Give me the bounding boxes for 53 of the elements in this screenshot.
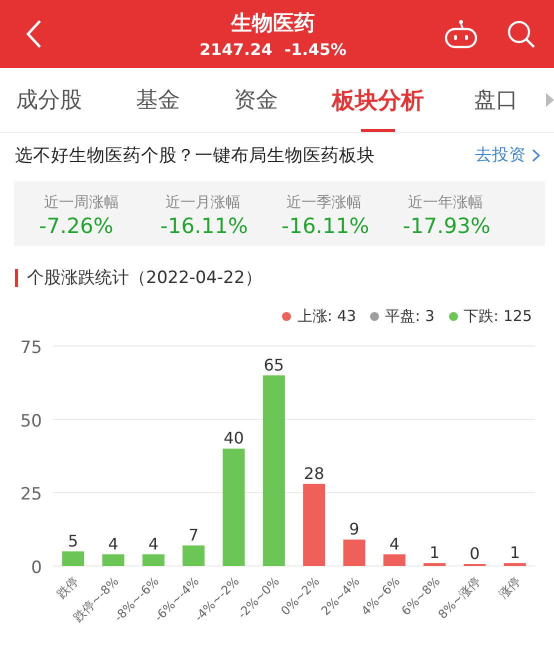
data-label: 5 [68, 531, 78, 550]
axis-tick-label: 0 [31, 558, 42, 578]
data-label: 40 [224, 428, 244, 448]
invest-link[interactable]: 去投资 [475, 144, 540, 166]
search-icon[interactable] [506, 19, 536, 49]
stat-value: -7.26% [39, 214, 114, 238]
legend-label: 下跌: 125 [464, 307, 532, 326]
stat-value: -16.11% [282, 214, 370, 238]
promo-text: 选不好生物医药个股？一键布局生物医药板块 [15, 145, 375, 167]
index-change: -1.45% [284, 40, 347, 59]
data-label: 7 [188, 525, 199, 544]
bar [142, 554, 164, 566]
data-label: 9 [349, 520, 360, 539]
stat-value: -17.93% [402, 214, 490, 238]
tab[interactable]: 资金 [234, 71, 278, 129]
data-label: 0 [470, 544, 480, 563]
data-label: 1 [430, 543, 440, 562]
bar [424, 563, 446, 566]
legend-label: 上涨: 43 [297, 307, 356, 326]
axis-tick-label: 50 [20, 411, 42, 432]
category-label: 跌停 [54, 574, 82, 602]
index-price: 2147.24 [199, 40, 272, 59]
axis-tick-label: 25 [20, 484, 42, 505]
tab[interactable]: 成分股 [16, 71, 82, 129]
bar [182, 545, 205, 566]
data-label: 4 [389, 534, 400, 554]
legend-label: 平盘: 3 [385, 307, 435, 326]
bar [504, 563, 526, 566]
stat-label: 近一年涨幅 [408, 193, 483, 212]
bar [383, 554, 406, 566]
tab[interactable]: 盘口 [474, 71, 518, 129]
section-marker [15, 268, 18, 286]
data-label: 4 [148, 534, 158, 554]
category-label: 涨停 [496, 574, 524, 602]
bar [62, 551, 84, 566]
back-icon[interactable] [26, 19, 42, 49]
section-title: 个股涨跌统计（2022-04-22） [27, 267, 262, 289]
tab[interactable]: 板块分析 [332, 70, 424, 130]
data-label: 1 [510, 543, 520, 562]
stat-label: 近一季涨幅 [286, 193, 362, 212]
bar [102, 554, 124, 566]
chevron-right-icon[interactable] [532, 148, 540, 162]
stat-label: 近一周涨幅 [44, 193, 119, 212]
page-title: 生物医药 [231, 10, 315, 37]
bar [343, 540, 366, 566]
data-label: 4 [108, 534, 118, 554]
robot-icon[interactable] [444, 19, 478, 49]
axis-tick-label: 75 [20, 338, 42, 358]
tab[interactable]: 基金 [136, 71, 180, 129]
stat-value: -16.11% [160, 214, 248, 238]
stat-label: 近一月涨幅 [165, 193, 240, 212]
data-label: 65 [264, 355, 284, 374]
data-label: 28 [304, 464, 324, 483]
